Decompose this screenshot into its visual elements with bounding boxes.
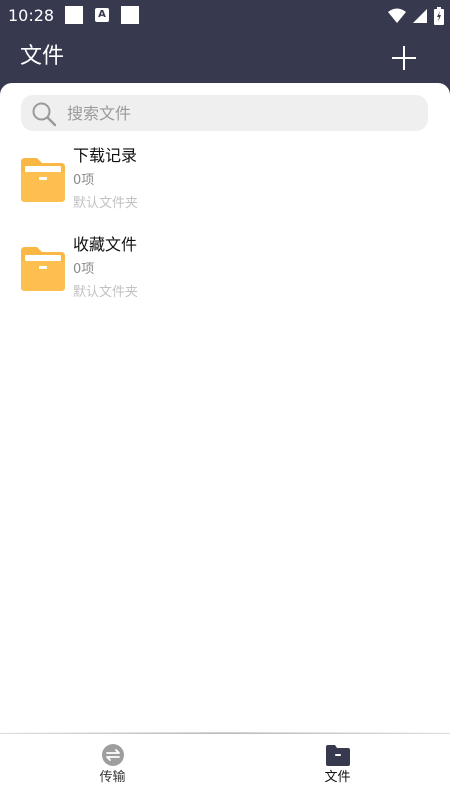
folder-icon: [326, 745, 350, 766]
folder-type: 默认文件夹: [73, 196, 139, 211]
signal-icon: [413, 9, 427, 23]
folder-item-favorites[interactable]: 收藏文件 0项 默认文件夹: [0, 232, 450, 316]
folder-icon: [21, 158, 65, 202]
folder-name: 收藏文件: [73, 235, 138, 254]
notification-icon: [121, 6, 139, 24]
nav-label-files: 文件: [324, 770, 351, 785]
folder-item-downloads[interactable]: 下载记录 0项 默认文件夹: [0, 143, 450, 227]
status-icons: [388, 6, 444, 26]
nav-label-transfer: 传输: [99, 770, 126, 785]
folder-count: 0项: [73, 173, 95, 188]
keyboard-a-icon: A: [95, 8, 109, 22]
bottom-nav: 传输 文件: [0, 732, 450, 801]
nav-item-files[interactable]: 文件: [225, 734, 450, 801]
folder-icon: [21, 247, 65, 291]
battery-icon: [434, 7, 444, 25]
transfer-icon: [102, 744, 124, 766]
search-box[interactable]: [21, 95, 428, 131]
page-title: 文件: [20, 44, 65, 69]
folder-name: 下载记录: [73, 146, 138, 165]
notification-icon: [65, 6, 83, 24]
search-input[interactable]: [67, 95, 407, 131]
nav-item-transfer[interactable]: 传输: [0, 734, 225, 801]
search-icon: [32, 102, 57, 127]
main-content: 下载记录 0项 默认文件夹 收藏文件 0项 默认文件夹: [0, 83, 450, 734]
add-button[interactable]: [388, 42, 420, 74]
app-header: 文件: [0, 32, 450, 84]
wifi-icon: [388, 8, 406, 23]
status-bar: 10:28 A: [0, 0, 450, 32]
folder-type: 默认文件夹: [73, 285, 139, 300]
folder-count: 0项: [73, 262, 95, 277]
status-time: 10:28: [8, 6, 55, 25]
